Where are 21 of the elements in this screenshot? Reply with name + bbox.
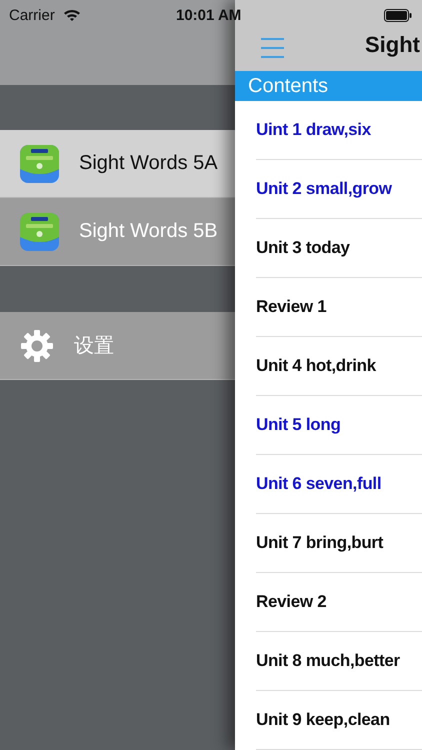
lesson-item[interactable]: Uint 1 draw,six: [256, 101, 422, 160]
lesson-item[interactable]: Unit 2 small,grow: [256, 160, 422, 219]
app-icon: [20, 212, 59, 250]
lesson-item[interactable]: Review 1: [256, 278, 422, 337]
lesson-item[interactable]: Unit 6 seven,full: [256, 455, 422, 514]
lesson-item[interactable]: Unit 9 keep,clean: [256, 691, 422, 750]
battery-icon: [384, 8, 412, 22]
lesson-item[interactable]: Unit 5 long: [256, 396, 422, 455]
menu-icon[interactable]: [261, 38, 284, 58]
panel-title: Sight: [365, 32, 420, 58]
book-menu-item[interactable]: Sight Words 5A: [0, 130, 235, 198]
lesson-item[interactable]: Review 2: [256, 573, 422, 632]
lesson-item[interactable]: Unit 7 bring,burt: [256, 514, 422, 573]
section-header: Contents: [235, 71, 422, 101]
lesson-item[interactable]: Unit 3 today: [256, 219, 422, 278]
carrier-name: Carrier: [9, 6, 55, 24]
wifi-icon: [62, 8, 81, 22]
lesson-item[interactable]: Unit 4 hot,drink: [256, 337, 422, 396]
settings-icon: [20, 328, 54, 362]
lesson-item[interactable]: Unit 8 much,better: [256, 632, 422, 691]
app-icon: [20, 144, 59, 182]
